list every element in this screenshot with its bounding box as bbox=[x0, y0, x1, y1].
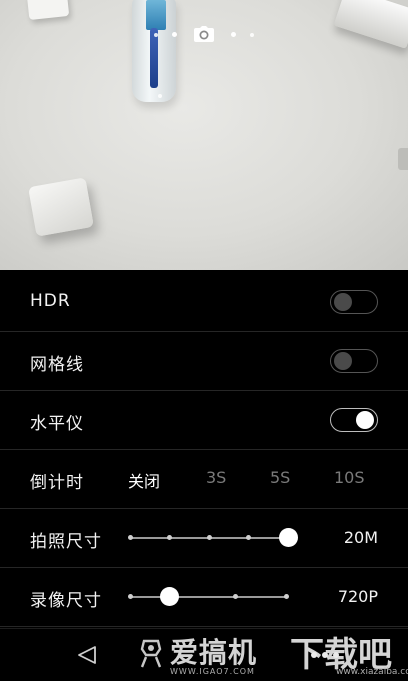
setting-row-countdown: 倒计时 关闭 3S 5S 10S bbox=[0, 449, 408, 509]
slider-tick bbox=[128, 535, 133, 540]
slider-tick bbox=[284, 594, 289, 599]
watermark-url: WWW.IGAO7.COM bbox=[170, 667, 255, 676]
watermark-url: www.xiazaiba.com bbox=[336, 667, 408, 677]
setting-label: 倒计时 bbox=[30, 473, 84, 493]
setting-row-level: 水平仪 bbox=[0, 390, 408, 450]
grid-toggle[interactable] bbox=[330, 349, 378, 373]
countdown-option-10s[interactable]: 10S bbox=[334, 468, 365, 487]
setting-label: HDR bbox=[30, 291, 71, 311]
more-dots-icon[interactable] bbox=[310, 651, 340, 659]
hdr-toggle[interactable] bbox=[330, 290, 378, 314]
mode-dot[interactable] bbox=[250, 33, 254, 37]
watermark-text: 爱搞机 bbox=[170, 636, 258, 669]
setting-row-photo-size: 拍照尺寸 20M bbox=[0, 508, 408, 568]
mode-dot[interactable] bbox=[154, 33, 158, 37]
setting-row-grid: 网格线 bbox=[0, 331, 408, 391]
toggle-knob bbox=[334, 352, 352, 370]
photo-size-slider[interactable] bbox=[128, 528, 298, 547]
white-cube-object bbox=[28, 177, 94, 237]
settings-panel: HDR 网格线 水平仪 倒计时 关闭 3S 5S 10S 拍照尺寸 20M 录像… bbox=[0, 272, 408, 628]
slider-thumb[interactable] bbox=[160, 587, 179, 606]
slider-tick bbox=[233, 594, 238, 599]
back-triangle-icon[interactable] bbox=[76, 645, 98, 665]
slider-tick bbox=[207, 535, 212, 540]
photo-size-value: 20M bbox=[343, 528, 378, 547]
countdown-option-3s[interactable]: 3S bbox=[206, 468, 226, 487]
watermark-logo bbox=[140, 639, 162, 668]
setting-label: 水平仪 bbox=[30, 414, 84, 434]
video-size-value: 720P bbox=[337, 587, 378, 606]
toggle-knob bbox=[356, 411, 374, 429]
mode-switcher[interactable] bbox=[0, 22, 408, 46]
mode-dot[interactable] bbox=[172, 32, 177, 37]
slider-thumb[interactable] bbox=[278, 528, 298, 547]
setting-label: 网格线 bbox=[30, 355, 84, 375]
setting-row-hdr: HDR bbox=[0, 272, 408, 332]
countdown-option-5s[interactable]: 5S bbox=[270, 468, 290, 487]
navigation-bar: 爱搞机 WWW.IGAO7.COM 下载吧 www.xiazaiba.com bbox=[0, 628, 408, 681]
camera-icon[interactable] bbox=[194, 25, 214, 43]
edge-object bbox=[398, 148, 408, 170]
toggle-knob bbox=[334, 293, 352, 311]
white-cube-object bbox=[26, 0, 70, 21]
bottle-object bbox=[132, 0, 176, 102]
setting-row-video-size: 录像尺寸 720P bbox=[0, 567, 408, 627]
video-size-slider[interactable] bbox=[128, 587, 289, 606]
setting-label: 拍照尺寸 bbox=[30, 532, 102, 552]
camera-viewfinder[interactable] bbox=[0, 0, 408, 270]
level-toggle[interactable] bbox=[330, 408, 378, 432]
slider-tick bbox=[167, 535, 172, 540]
mode-dot[interactable] bbox=[231, 32, 236, 37]
slider-tick bbox=[246, 535, 251, 540]
setting-label: 录像尺寸 bbox=[30, 591, 102, 611]
slider-tick bbox=[128, 594, 133, 599]
countdown-option-off[interactable]: 关闭 bbox=[128, 468, 160, 492]
focus-indicator bbox=[158, 94, 162, 98]
